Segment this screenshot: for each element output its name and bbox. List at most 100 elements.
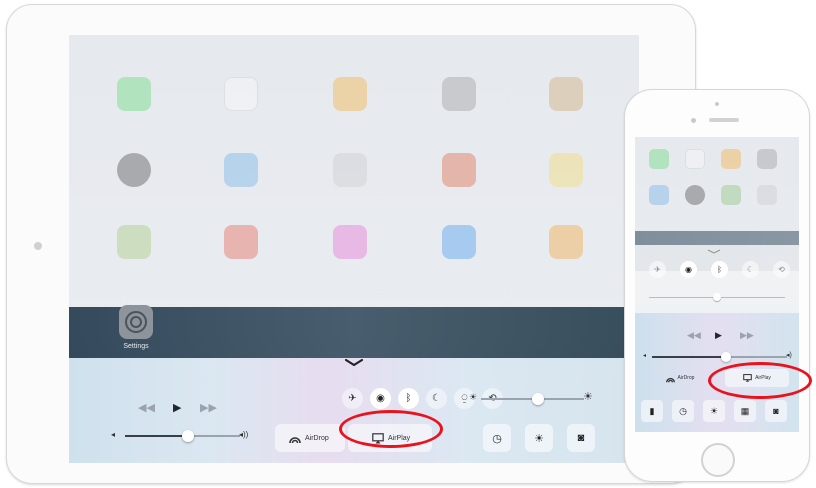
chevron-down-icon[interactable] — [345, 359, 363, 367]
calculator-button[interactable]: ▦ — [734, 400, 756, 422]
moon-icon: ☾ — [746, 265, 755, 274]
camera-app-icon — [757, 149, 777, 169]
volume-fill — [652, 356, 726, 358]
airplay-highlight-ring — [708, 362, 812, 399]
brightness-slider[interactable] — [649, 293, 785, 301]
iphone-control-center-top — [635, 245, 799, 313]
photos-app-icon — [721, 149, 741, 169]
camera-button[interactable]: ◙ — [765, 400, 787, 422]
brightness-slider[interactable] — [481, 393, 584, 405]
calendar-app-icon — [224, 77, 258, 111]
bluetooth-icon: ᛒ — [405, 393, 412, 404]
videos-app-icon — [757, 185, 777, 205]
wifi-toggle[interactable]: ◉ — [680, 261, 697, 278]
fast-forward-icon[interactable]: ▶▶ — [200, 401, 217, 414]
bluetooth-toggle[interactable]: ᛒ — [711, 261, 728, 278]
bluetooth-icon: ᛒ — [717, 265, 722, 274]
volume-slider-knob[interactable] — [182, 430, 194, 442]
volume-min-icon: ◂ — [111, 430, 116, 439]
brightness-max-icon: ☀ — [583, 391, 593, 403]
brightness-slider-knob[interactable] — [713, 293, 721, 301]
play-icon[interactable]: ▶ — [715, 330, 722, 341]
moon-icon: ☾ — [432, 393, 441, 404]
bluetooth-toggle[interactable]: ᛒ — [398, 388, 419, 409]
timer-button[interactable]: ◷ — [483, 424, 511, 452]
airdrop-icon — [665, 377, 675, 382]
iphone-proximity-sensor — [715, 102, 719, 106]
ipad-screen: Settings ◀◀ ▶ ▶▶ ◂ ◂)) ✈◉ᛒ☾⍜⟲ ☀ — [69, 35, 639, 463]
brightness-min-icon: ☀ — [469, 392, 478, 402]
play-icon[interactable]: ▶ — [173, 401, 181, 414]
fast-forward-icon[interactable]: ▶▶ — [740, 330, 754, 341]
airplay-highlight-ring — [339, 410, 443, 448]
photo-booth-app-icon — [442, 153, 476, 187]
iphone-front-camera — [691, 118, 696, 123]
chevron-down-icon[interactable] — [707, 249, 721, 254]
rotation-lock-icon: ⟲ — [778, 265, 785, 274]
airdrop-icon — [289, 437, 301, 444]
photos-app-icon — [333, 77, 367, 111]
calculator-icon: ▦ — [740, 405, 750, 416]
wifi-icon: ◉ — [376, 393, 385, 404]
calendar-app-icon — [685, 149, 705, 169]
messages-app-icon — [649, 149, 669, 169]
brightness-slider-knob[interactable] — [532, 393, 544, 405]
volume-slider-knob[interactable] — [721, 352, 731, 362]
maps-app-icon — [721, 185, 741, 205]
videos-app-icon — [333, 153, 367, 187]
airdrop-button[interactable]: AirDrop — [275, 424, 345, 452]
ipad-control-center: ◀◀ ▶ ▶▶ ◂ ◂)) ✈◉ᛒ☾⍜⟲ ☀ ☀ — [69, 358, 639, 463]
airplane-icon: ✈ — [654, 265, 661, 274]
camera-button[interactable]: ◙ — [567, 424, 595, 452]
itunes-app-icon — [333, 225, 367, 259]
maps-app-icon — [224, 153, 258, 187]
ipad-home-button[interactable] — [34, 242, 42, 250]
airplane-mode-toggle[interactable]: ✈ — [342, 388, 363, 409]
airdrop-button[interactable]: AirDrop — [649, 369, 711, 387]
rewind-icon[interactable]: ◀◀ — [138, 401, 155, 414]
bell-mute-icon: ⍜ — [461, 393, 468, 404]
airdrop-label: AirDrop — [677, 375, 695, 381]
timer-button[interactable]: ◷ — [672, 400, 694, 422]
facetime-app-icon — [117, 77, 151, 111]
do-not-disturb-toggle[interactable]: ☾ — [742, 261, 759, 278]
clock-app-icon — [117, 153, 151, 187]
gear-icon — [125, 311, 147, 333]
volume-min-icon: ◂ — [643, 353, 647, 359]
iphone-home-button[interactable] — [701, 443, 735, 477]
rewind-icon[interactable]: ◀◀ — [687, 330, 701, 341]
airdrop-label: AirDrop — [305, 434, 329, 442]
rotation-lock-toggle[interactable]: ⟲ — [773, 261, 790, 278]
wifi-icon: ◉ — [685, 265, 692, 274]
clock-icon: ◷ — [492, 432, 502, 445]
volume-max-icon: ◂)) — [239, 430, 249, 439]
camera-app-icon — [442, 77, 476, 111]
volume-max-icon: ◂) — [786, 352, 792, 359]
airplane-mode-toggle[interactable]: ✈ — [649, 261, 666, 278]
device-comparison-stage: Settings ◀◀ ▶ ▶▶ ◂ ◂)) ✈ ◉ ᛒ ☾ ⍜ ⟲ ☀ — [0, 0, 816, 488]
reminders-app-icon — [117, 225, 151, 259]
ibooks-app-icon — [549, 225, 583, 259]
notes-app-icon — [549, 153, 583, 187]
news-app-icon — [224, 225, 258, 259]
clock-icon: ◷ — [679, 405, 687, 416]
clock-app-icon — [685, 185, 705, 205]
iphone-earpiece — [709, 118, 739, 122]
do-not-disturb-toggle[interactable]: ☾ — [426, 388, 447, 409]
airplane-icon: ✈ — [348, 393, 357, 404]
settings-app-icon[interactable] — [119, 305, 153, 339]
night-shift-icon: ☀ — [534, 432, 544, 445]
camera-icon: ◙ — [577, 432, 585, 444]
night-shift-icon: ☀ — [709, 405, 719, 416]
wifi-toggle[interactable]: ◉ — [370, 388, 391, 409]
night-shift-button[interactable]: ☀ — [525, 424, 553, 452]
volume-slider[interactable] — [652, 352, 787, 362]
settings-app-label: Settings — [123, 343, 149, 350]
volume-slider[interactable] — [125, 430, 240, 442]
flashlight-button[interactable]: ▮ — [641, 400, 663, 422]
volume-fill — [125, 435, 188, 437]
contacts-app-icon — [549, 77, 583, 111]
iphone-device: ✈ ◉ ᛒ ☾ ⟲ ◀◀ ▶ ▶▶ ◂ ◂) AirDrop AirPlay ▮… — [624, 89, 810, 482]
flashlight-icon: ▮ — [649, 405, 655, 416]
night-shift-button[interactable]: ☀ — [703, 400, 725, 422]
